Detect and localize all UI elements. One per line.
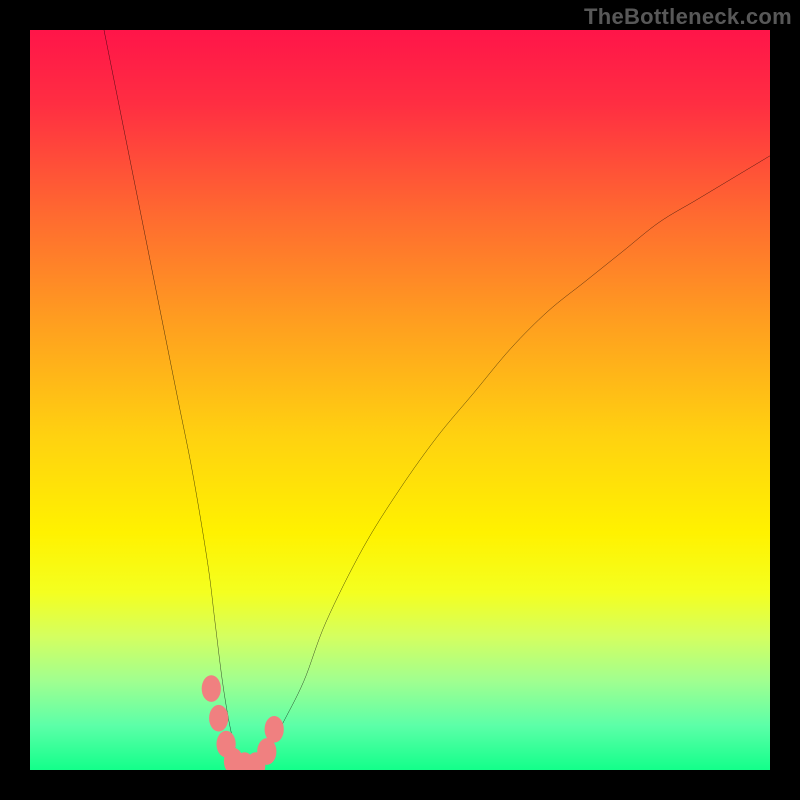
highlight-markers — [202, 675, 284, 770]
highlight-dot — [209, 705, 228, 732]
bottleneck-curve — [104, 30, 770, 770]
plot-area — [30, 30, 770, 770]
watermark-text: TheBottleneck.com — [584, 4, 792, 30]
chart-frame: TheBottleneck.com — [0, 0, 800, 800]
highlight-dot — [265, 716, 284, 743]
highlight-dot — [202, 675, 221, 702]
curve-layer — [30, 30, 770, 770]
